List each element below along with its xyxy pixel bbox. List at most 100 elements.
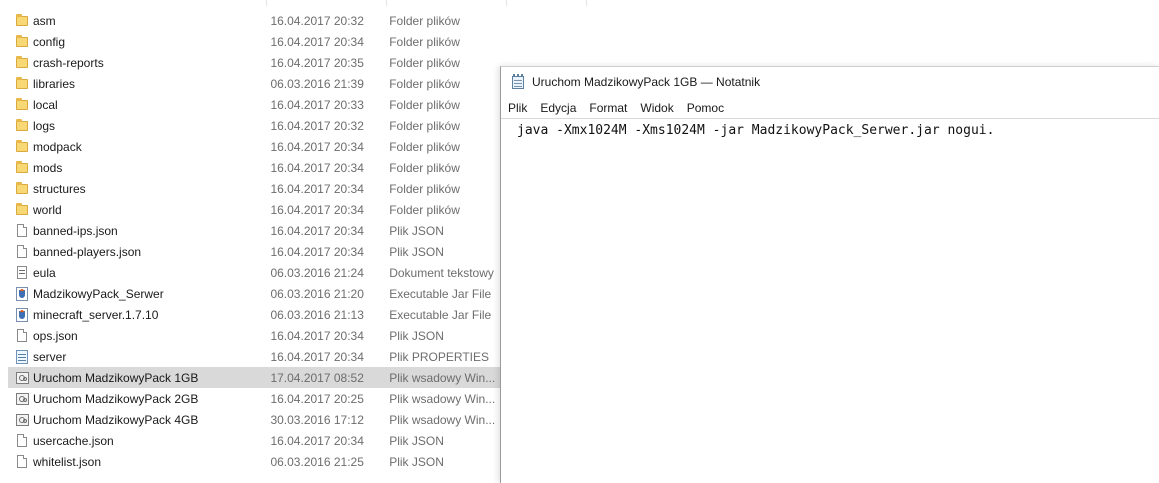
file-modified-date: 06.03.2016 21:13 bbox=[270, 307, 364, 322]
file-row[interactable]: libraries 06.03.2016 21:39 Folder plików bbox=[8, 73, 500, 94]
properties-file-icon bbox=[15, 349, 29, 365]
file-row[interactable]: logs 16.04.2017 20:32 Folder plików bbox=[8, 115, 500, 136]
file-row[interactable]: Uruchom MadzikowyPack 1GB 17.04.2017 08:5… bbox=[8, 367, 500, 388]
file-row[interactable]: config 16.04.2017 20:34 Folder plików bbox=[8, 31, 500, 52]
menu-file[interactable]: Plik bbox=[501, 101, 533, 115]
batch-file-icon bbox=[15, 370, 29, 386]
file-row[interactable]: crash-reports 16.04.2017 20:35 Folder plik… bbox=[8, 52, 500, 73]
file-icon bbox=[15, 328, 29, 344]
file-name: config bbox=[33, 34, 66, 49]
file-type: Folder plików bbox=[389, 97, 460, 112]
file-type: Plik JSON bbox=[389, 328, 444, 343]
file-row[interactable]: modpack 16.04.2017 20:34 Folder plików bbox=[8, 136, 500, 157]
text-file-icon bbox=[15, 265, 29, 281]
file-modified-date: 16.04.2017 20:25 bbox=[270, 391, 364, 406]
file-name: usercache.json bbox=[33, 433, 114, 448]
folder-icon bbox=[15, 160, 29, 176]
file-type: Executable Jar File bbox=[389, 307, 492, 322]
file-name: banned-players.json bbox=[33, 244, 142, 259]
file-modified-date: 30.03.2016 17:12 bbox=[270, 412, 364, 427]
file-row[interactable]: world 16.04.2017 20:34 Folder plików bbox=[8, 199, 500, 220]
file-modified-date: 06.03.2016 21:39 bbox=[270, 76, 364, 91]
file-name: libraries bbox=[33, 76, 76, 91]
folder-icon bbox=[15, 34, 29, 50]
file-row[interactable]: minecraft_server.1.7.10 06.03.2016 21:13 E… bbox=[8, 304, 500, 325]
file-row[interactable]: server 16.04.2017 20:34 Plik PROPERTIES bbox=[8, 346, 500, 367]
file-type: Plik wsadowy Win... bbox=[389, 391, 496, 406]
file-modified-date: 16.04.2017 20:34 bbox=[270, 328, 364, 343]
folder-icon bbox=[15, 118, 29, 134]
file-type: Folder plików bbox=[389, 34, 460, 49]
file-modified-date: 06.03.2016 21:25 bbox=[270, 454, 364, 469]
menu-bar: Plik Edycja Format Widok Pomoc bbox=[501, 98, 1159, 118]
file-row[interactable]: Uruchom MadzikowyPack 2GB 16.04.2017 20:2… bbox=[8, 388, 500, 409]
file-row[interactable]: banned-ips.json 16.04.2017 20:34 Plik JSON bbox=[8, 220, 500, 241]
file-name: ops.json bbox=[33, 328, 78, 343]
file-name: crash-reports bbox=[33, 55, 104, 70]
menu-view[interactable]: Widok bbox=[633, 101, 679, 115]
file-row[interactable]: usercache.json 16.04.2017 20:34 Plik JSON bbox=[8, 430, 500, 451]
file-name: whitelist.json bbox=[33, 454, 102, 469]
notepad-title-bar[interactable]: Uruchom MadzikowyPack 1GB — Notatnik bbox=[501, 67, 1159, 97]
java-jar-icon bbox=[15, 307, 29, 323]
file-name: minecraft_server.1.7.10 bbox=[33, 307, 159, 322]
file-type: Folder plików bbox=[389, 118, 460, 133]
column-divider[interactable] bbox=[586, 0, 587, 6]
file-modified-date: 16.04.2017 20:33 bbox=[270, 97, 364, 112]
folder-icon bbox=[15, 76, 29, 92]
file-name: MadzikowyPack_Serwer bbox=[33, 286, 164, 301]
file-type: Plik wsadowy Win... bbox=[389, 370, 496, 385]
file-explorer-list: asm 16.04.2017 20:32 Folder plików config 16… bbox=[0, 0, 587, 482]
editor-content[interactable]: java -Xmx1024M -Xms1024M -jar MadzikowyP… bbox=[517, 123, 994, 138]
java-jar-icon bbox=[15, 286, 29, 302]
file-row[interactable]: structures 16.04.2017 20:34 Folder plików bbox=[8, 178, 500, 199]
file-type: Dokument tekstowy bbox=[389, 265, 494, 280]
folder-icon bbox=[15, 13, 29, 29]
file-modified-date: 16.04.2017 20:34 bbox=[270, 34, 364, 49]
file-modified-date: 16.04.2017 20:35 bbox=[270, 55, 364, 70]
file-modified-date: 06.03.2016 21:24 bbox=[270, 265, 364, 280]
file-type: Plik JSON bbox=[389, 244, 444, 259]
file-row[interactable]: Uruchom MadzikowyPack 4GB 30.03.2016 17:1… bbox=[8, 409, 500, 430]
file-modified-date: 16.04.2017 20:32 bbox=[270, 118, 364, 133]
file-row[interactable]: whitelist.json 06.03.2016 21:25 Plik JSON bbox=[8, 451, 500, 472]
file-name: Uruchom MadzikowyPack 1GB bbox=[33, 370, 199, 385]
folder-icon bbox=[15, 181, 29, 197]
file-modified-date: 16.04.2017 20:34 bbox=[270, 349, 364, 364]
menu-format[interactable]: Format bbox=[582, 101, 633, 115]
file-type: Plik PROPERTIES bbox=[389, 349, 489, 364]
file-name: Uruchom MadzikowyPack 2GB bbox=[33, 391, 199, 406]
file-modified-date: 16.04.2017 20:32 bbox=[270, 13, 364, 28]
file-type: Folder plików bbox=[389, 13, 460, 28]
column-divider[interactable] bbox=[386, 0, 387, 6]
column-divider[interactable] bbox=[266, 0, 267, 6]
file-row[interactable]: eula 06.03.2016 21:24 Dokument tekstowy bbox=[8, 262, 500, 283]
file-row[interactable]: banned-players.json 16.04.2017 20:34 Plik … bbox=[8, 241, 500, 262]
file-row[interactable]: MadzikowyPack_Serwer 06.03.2016 21:20 Exec… bbox=[8, 283, 500, 304]
file-name: modpack bbox=[33, 139, 82, 154]
file-type: Executable Jar File bbox=[389, 286, 492, 301]
file-name: mods bbox=[33, 160, 63, 175]
file-modified-date: 17.04.2017 08:52 bbox=[270, 370, 364, 385]
file-type: Plik JSON bbox=[389, 433, 444, 448]
notepad-icon bbox=[511, 74, 525, 90]
file-modified-date: 16.04.2017 20:34 bbox=[270, 181, 364, 196]
file-icon bbox=[15, 433, 29, 449]
file-row[interactable]: mods 16.04.2017 20:34 Folder plików bbox=[8, 157, 500, 178]
file-row[interactable]: asm 16.04.2017 20:32 Folder plików bbox=[8, 10, 500, 31]
folder-icon bbox=[15, 97, 29, 113]
file-row[interactable]: ops.json 16.04.2017 20:34 Plik JSON bbox=[8, 325, 500, 346]
file-modified-date: 16.04.2017 20:34 bbox=[270, 433, 364, 448]
file-row[interactable]: local 16.04.2017 20:33 Folder plików bbox=[8, 94, 500, 115]
window-title: Uruchom MadzikowyPack 1GB — Notatnik bbox=[532, 75, 761, 89]
folder-icon bbox=[15, 139, 29, 155]
file-modified-date: 06.03.2016 21:20 bbox=[270, 286, 364, 301]
menu-edit[interactable]: Edycja bbox=[533, 101, 582, 115]
text-editor-area[interactable]: java -Xmx1024M -Xms1024M -jar MadzikowyP… bbox=[501, 118, 1159, 483]
file-icon bbox=[15, 223, 29, 239]
file-type: Plik JSON bbox=[389, 454, 444, 469]
menu-help[interactable]: Pomoc bbox=[680, 101, 730, 115]
file-name: Uruchom MadzikowyPack 4GB bbox=[33, 412, 199, 427]
file-type: Plik wsadowy Win... bbox=[389, 412, 496, 427]
column-divider[interactable] bbox=[506, 0, 507, 6]
